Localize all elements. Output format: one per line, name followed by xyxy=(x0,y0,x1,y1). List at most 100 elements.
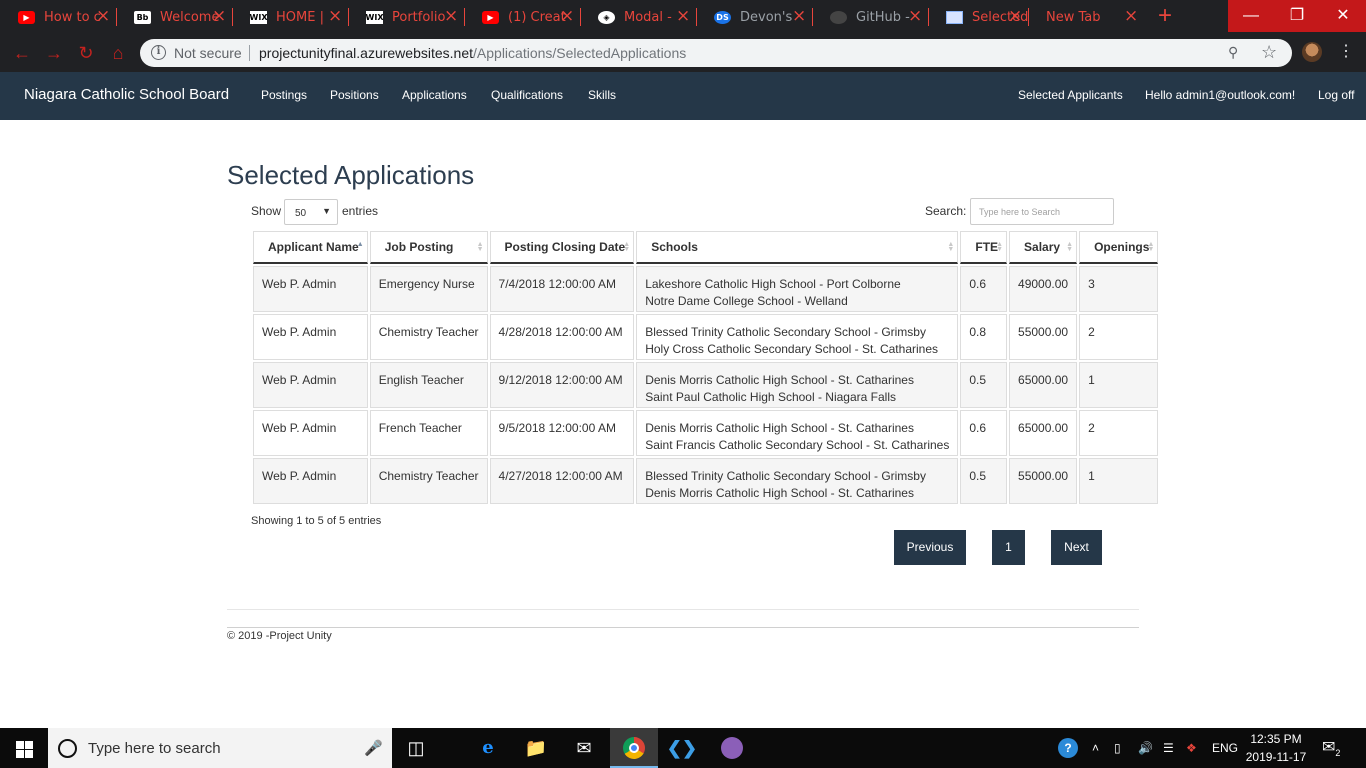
cell-salary: 65000.00 xyxy=(1009,410,1078,456)
tab-close-icon[interactable]: × xyxy=(792,8,806,25)
footer-divider xyxy=(227,627,1139,628)
nav-link-qualifications[interactable]: Qualifications xyxy=(491,88,563,102)
nav-link-selected-applicants[interactable]: Selected Applicants xyxy=(1018,88,1123,102)
column-header-salary[interactable]: Salary ▲ ▼ xyxy=(1009,231,1078,264)
clock-time[interactable]: 12:35 PM xyxy=(1245,732,1307,746)
browser-tab[interactable]: Bb Welcome × xyxy=(116,0,232,34)
nav-link-logoff[interactable]: Log off xyxy=(1318,88,1354,102)
next-page-button[interactable]: Next xyxy=(1051,530,1102,565)
back-arrow-icon[interactable]: ← xyxy=(10,41,34,65)
page-1-button[interactable]: 1 xyxy=(992,530,1025,565)
browser-tab[interactable]: GitHub - × xyxy=(812,0,928,34)
omnibox-divider xyxy=(249,45,250,61)
tab-title: Devon's xyxy=(740,9,793,25)
cell-fte: 0.5 xyxy=(960,362,1008,408)
cell-openings: 2 xyxy=(1079,314,1159,360)
column-header-job-posting[interactable]: Job Posting ▲ ▼ xyxy=(369,231,488,264)
blackboard-icon: Bb xyxy=(134,10,151,24)
browser-menu-icon[interactable]: ⋮ xyxy=(1336,42,1356,62)
restore-window-button[interactable]: ❐ xyxy=(1274,0,1320,32)
help-icon[interactable]: ? xyxy=(1058,728,1078,768)
browser-tab[interactable]: WIX HOME | × xyxy=(232,0,348,34)
nav-link-applications[interactable]: Applications xyxy=(402,88,467,102)
tab-title: How to c xyxy=(44,9,101,25)
address-bar[interactable]: i Not secure projectunityfinal.azurewebs… xyxy=(140,39,1292,67)
chrome-taskbar-icon[interactable] xyxy=(610,728,658,768)
cell-applicant: Web P. Admin xyxy=(253,410,368,456)
windows-taskbar: Type here to search 🎤 ◫ e 📁 ✉ ❮❯ ? ˄ ▯ 🔊… xyxy=(0,728,1366,768)
tab-close-icon[interactable]: × xyxy=(96,8,110,25)
column-header-openings[interactable]: Openings ▲ ▼ xyxy=(1079,231,1159,264)
nav-link-user-greeting[interactable]: Hello admin1@outlook.com! xyxy=(1145,88,1295,102)
windows-start-icon[interactable] xyxy=(0,728,48,768)
vscode-icon[interactable]: ❮❯ xyxy=(658,728,706,768)
nav-link-positions[interactable]: Positions xyxy=(330,88,379,102)
task-view-icon[interactable]: ◫ xyxy=(392,728,440,768)
tray-overflow-chevron-icon[interactable]: ˄ xyxy=(1092,728,1099,768)
tab-close-icon[interactable]: × xyxy=(1008,8,1022,25)
start-pane xyxy=(25,750,33,758)
tab-close-icon[interactable]: × xyxy=(1124,8,1138,25)
sort-icon: ▲ ▼ xyxy=(1147,241,1155,253)
browser-tab[interactable]: ◈ Modal - × xyxy=(580,0,696,34)
close-window-button[interactable]: ✕ xyxy=(1320,0,1366,32)
tab-separator xyxy=(232,8,233,26)
file-explorer-icon[interactable]: 📁 xyxy=(512,728,560,768)
browser-tab[interactable]: WIX Portfolio × xyxy=(348,0,464,34)
tab-close-icon[interactable]: × xyxy=(908,8,922,25)
cell-openings: 1 xyxy=(1079,362,1159,408)
taskbar-search-placeholder: Type here to search xyxy=(88,740,221,757)
notification-center-icon[interactable]: ✉2 xyxy=(1322,728,1340,768)
browser-tab[interactable]: ▶ (1) Creat × xyxy=(464,0,580,34)
selected-applications-table: Applicant Name ▲ Job Posting ▲ ▼ Posting Cl… xyxy=(251,229,1160,506)
url-text[interactable]: projectunityfinal.azurewebsites.net/Appl… xyxy=(259,45,686,61)
language-indicator[interactable]: ENG xyxy=(1212,728,1238,768)
tab-close-icon[interactable]: × xyxy=(444,8,458,25)
cell-closing-date: 7/4/2018 12:00:00 AM xyxy=(489,266,635,312)
bookmark-star-icon[interactable]: ☆ xyxy=(1261,42,1281,62)
tab-close-icon[interactable]: × xyxy=(676,8,690,25)
clock-date[interactable]: 2019-11-17 xyxy=(1245,750,1307,764)
cell-fte: 0.6 xyxy=(960,410,1008,456)
previous-page-button[interactable]: Previous xyxy=(894,530,966,565)
tab-close-icon[interactable]: × xyxy=(328,8,342,25)
minimize-window-button[interactable]: — xyxy=(1228,0,1274,32)
column-header-applicant-name[interactable]: Applicant Name ▲ xyxy=(253,231,368,264)
dropbox-icon[interactable]: ❖ xyxy=(1186,728,1197,768)
taskbar-search-box[interactable]: Type here to search 🎤 xyxy=(48,728,392,768)
nav-link-postings[interactable]: Postings xyxy=(261,88,307,102)
battery-icon[interactable]: ▯ xyxy=(1114,728,1121,768)
brand-link[interactable]: Niagara Catholic School Board xyxy=(24,86,229,103)
cell-salary: 55000.00 xyxy=(1009,458,1078,504)
reload-icon[interactable]: ↻ xyxy=(74,41,98,65)
browser-tab[interactable]: New Tab × xyxy=(1028,0,1144,34)
sort-ascending-icon: ▲ xyxy=(356,241,364,248)
column-header-closing-date[interactable]: Posting Closing Date ▲ ▼ xyxy=(489,231,635,264)
start-pane xyxy=(16,750,24,758)
microphone-icon[interactable]: 🎤 xyxy=(364,739,383,757)
profile-avatar[interactable] xyxy=(1302,42,1322,62)
app-cat-icon[interactable] xyxy=(708,728,756,768)
zoom-icon[interactable]: ⚲ xyxy=(1228,44,1246,62)
start-pane xyxy=(16,741,24,749)
column-header-fte[interactable]: FTE ▲ ▼ xyxy=(960,231,1008,264)
cell-openings: 2 xyxy=(1079,410,1159,456)
wifi-icon[interactable]: ☰ xyxy=(1163,728,1174,768)
search-input[interactable] xyxy=(970,198,1114,225)
edge-browser-icon[interactable]: e xyxy=(464,728,512,768)
page-title: Selected Applications xyxy=(227,160,475,190)
tab-close-icon[interactable]: × xyxy=(212,8,226,25)
home-icon[interactable]: ⌂ xyxy=(106,41,130,65)
volume-icon[interactable]: 🔊 xyxy=(1138,728,1153,768)
mail-icon[interactable]: ✉ xyxy=(560,728,608,768)
forward-arrow-icon[interactable]: → xyxy=(42,41,66,65)
new-tab-button[interactable]: + xyxy=(1153,4,1177,29)
browser-tab[interactable]: ▶ How to c × xyxy=(0,0,116,34)
column-header-schools[interactable]: Schools ▲ ▼ xyxy=(636,231,959,264)
browser-tab[interactable]: Selected × xyxy=(928,0,1028,34)
nav-link-skills[interactable]: Skills xyxy=(588,88,616,102)
tab-close-icon[interactable]: × xyxy=(560,8,574,25)
entries-per-page-select[interactable]: 50 ▼ xyxy=(284,199,338,225)
browser-tab[interactable]: DS Devon's × xyxy=(696,0,812,34)
info-icon[interactable]: i xyxy=(151,45,166,60)
